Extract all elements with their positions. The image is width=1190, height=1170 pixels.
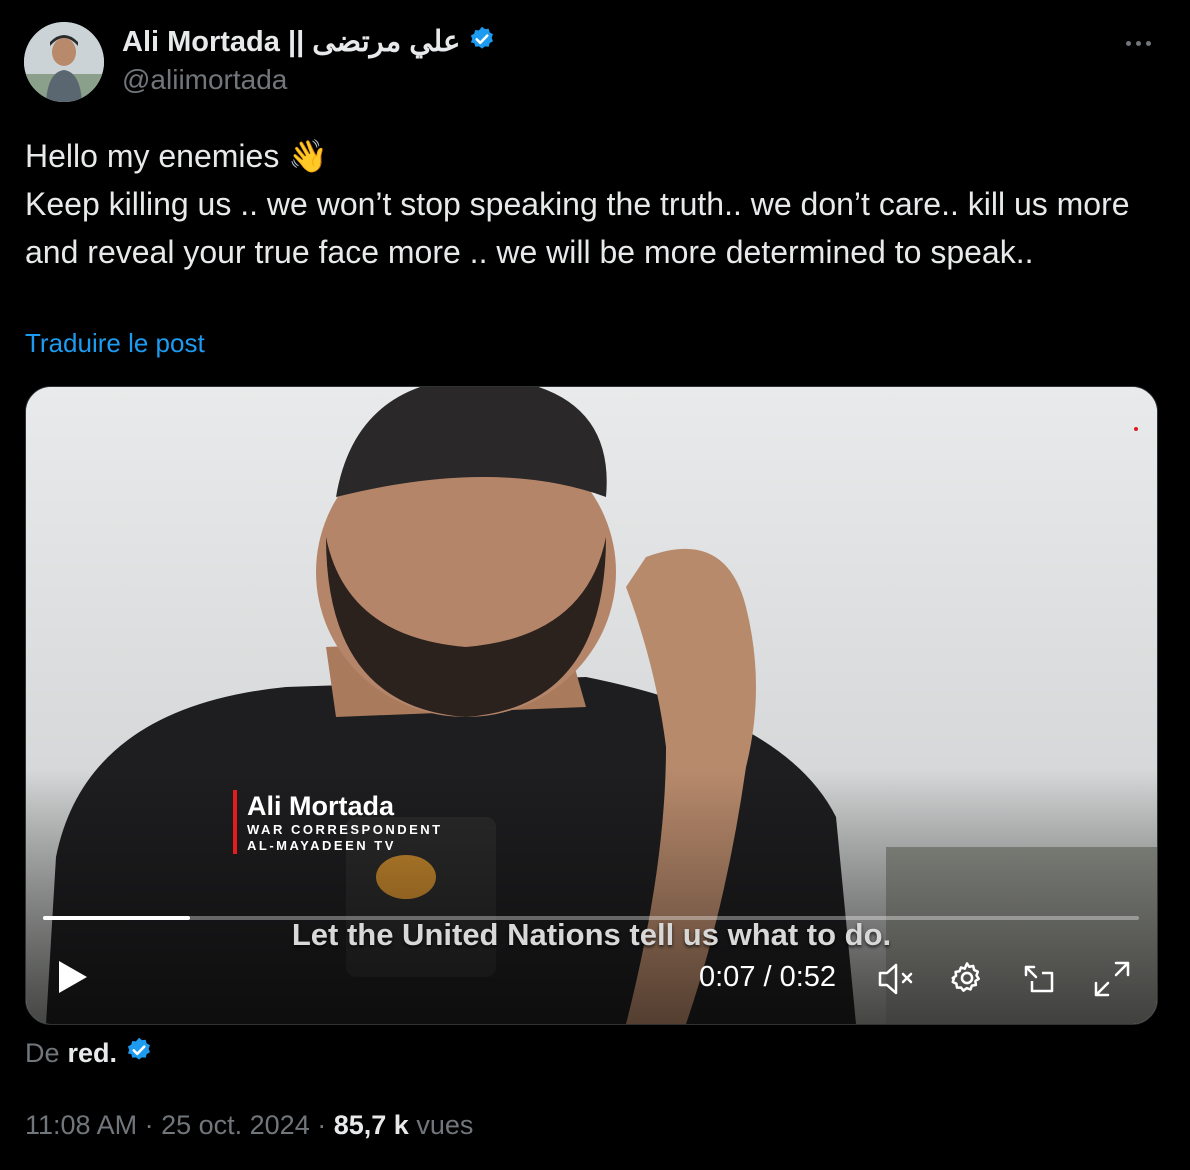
settings-gear-icon[interactable] bbox=[948, 959, 986, 1002]
video-player[interactable]: Ali Mortada WAR CORRESPONDENT AL-MAYADEE… bbox=[25, 386, 1158, 1025]
video-source-row: De red. bbox=[25, 1036, 153, 1071]
play-icon[interactable] bbox=[54, 959, 90, 1000]
tweet-text: Hello my enemies 👋 Keep killing us .. we… bbox=[25, 132, 1165, 276]
tweet-text-line-1: Hello my enemies 👋 bbox=[25, 138, 329, 174]
tweet-text-line-2: Keep killing us .. we won’t stop speakin… bbox=[25, 186, 1130, 270]
source-account-link[interactable]: red. bbox=[68, 1038, 118, 1069]
lower-third: Ali Mortada WAR CORRESPONDENT AL-MAYADEE… bbox=[233, 790, 443, 854]
video-time: 0:07 / 0:52 bbox=[699, 961, 837, 993]
verified-badge-icon bbox=[468, 25, 496, 58]
author-name-row[interactable]: Ali Mortada || علي مرتضى bbox=[122, 24, 496, 59]
lower-third-name: Ali Mortada bbox=[247, 791, 395, 821]
author-handle[interactable]: @aliimortada bbox=[122, 64, 287, 96]
author-display-name[interactable]: Ali Mortada || علي مرتضى bbox=[122, 24, 460, 59]
view-count: 85,7 k bbox=[333, 1110, 409, 1140]
source-prefix: De bbox=[25, 1038, 60, 1068]
tweet-date[interactable]: 25 oct. 2024 bbox=[161, 1110, 310, 1140]
meta-separator: · bbox=[144, 1110, 162, 1140]
volume-muted-icon[interactable] bbox=[876, 961, 918, 1002]
translate-post-link[interactable]: Traduire le post bbox=[25, 328, 205, 359]
lower-third-role: WAR CORRESPONDENT bbox=[247, 822, 443, 837]
video-controls: 0:07 / 0:52 bbox=[26, 947, 1157, 1007]
source-verified-badge-icon bbox=[125, 1036, 153, 1071]
tweet-time[interactable]: 11:08 AM bbox=[25, 1110, 137, 1140]
fullscreen-icon[interactable] bbox=[1092, 959, 1132, 1004]
lower-third-channel: AL-MAYADEEN TV bbox=[247, 838, 396, 853]
view-label: vues bbox=[416, 1110, 474, 1140]
author-avatar[interactable] bbox=[24, 22, 104, 102]
picture-in-picture-icon[interactable] bbox=[1020, 959, 1058, 1002]
tweet-meta: 11:08 AM · 25 oct. 2024 · 85,7 k vues bbox=[25, 1110, 473, 1141]
meta-separator: · bbox=[317, 1110, 334, 1140]
more-options-icon[interactable] bbox=[1118, 28, 1158, 58]
